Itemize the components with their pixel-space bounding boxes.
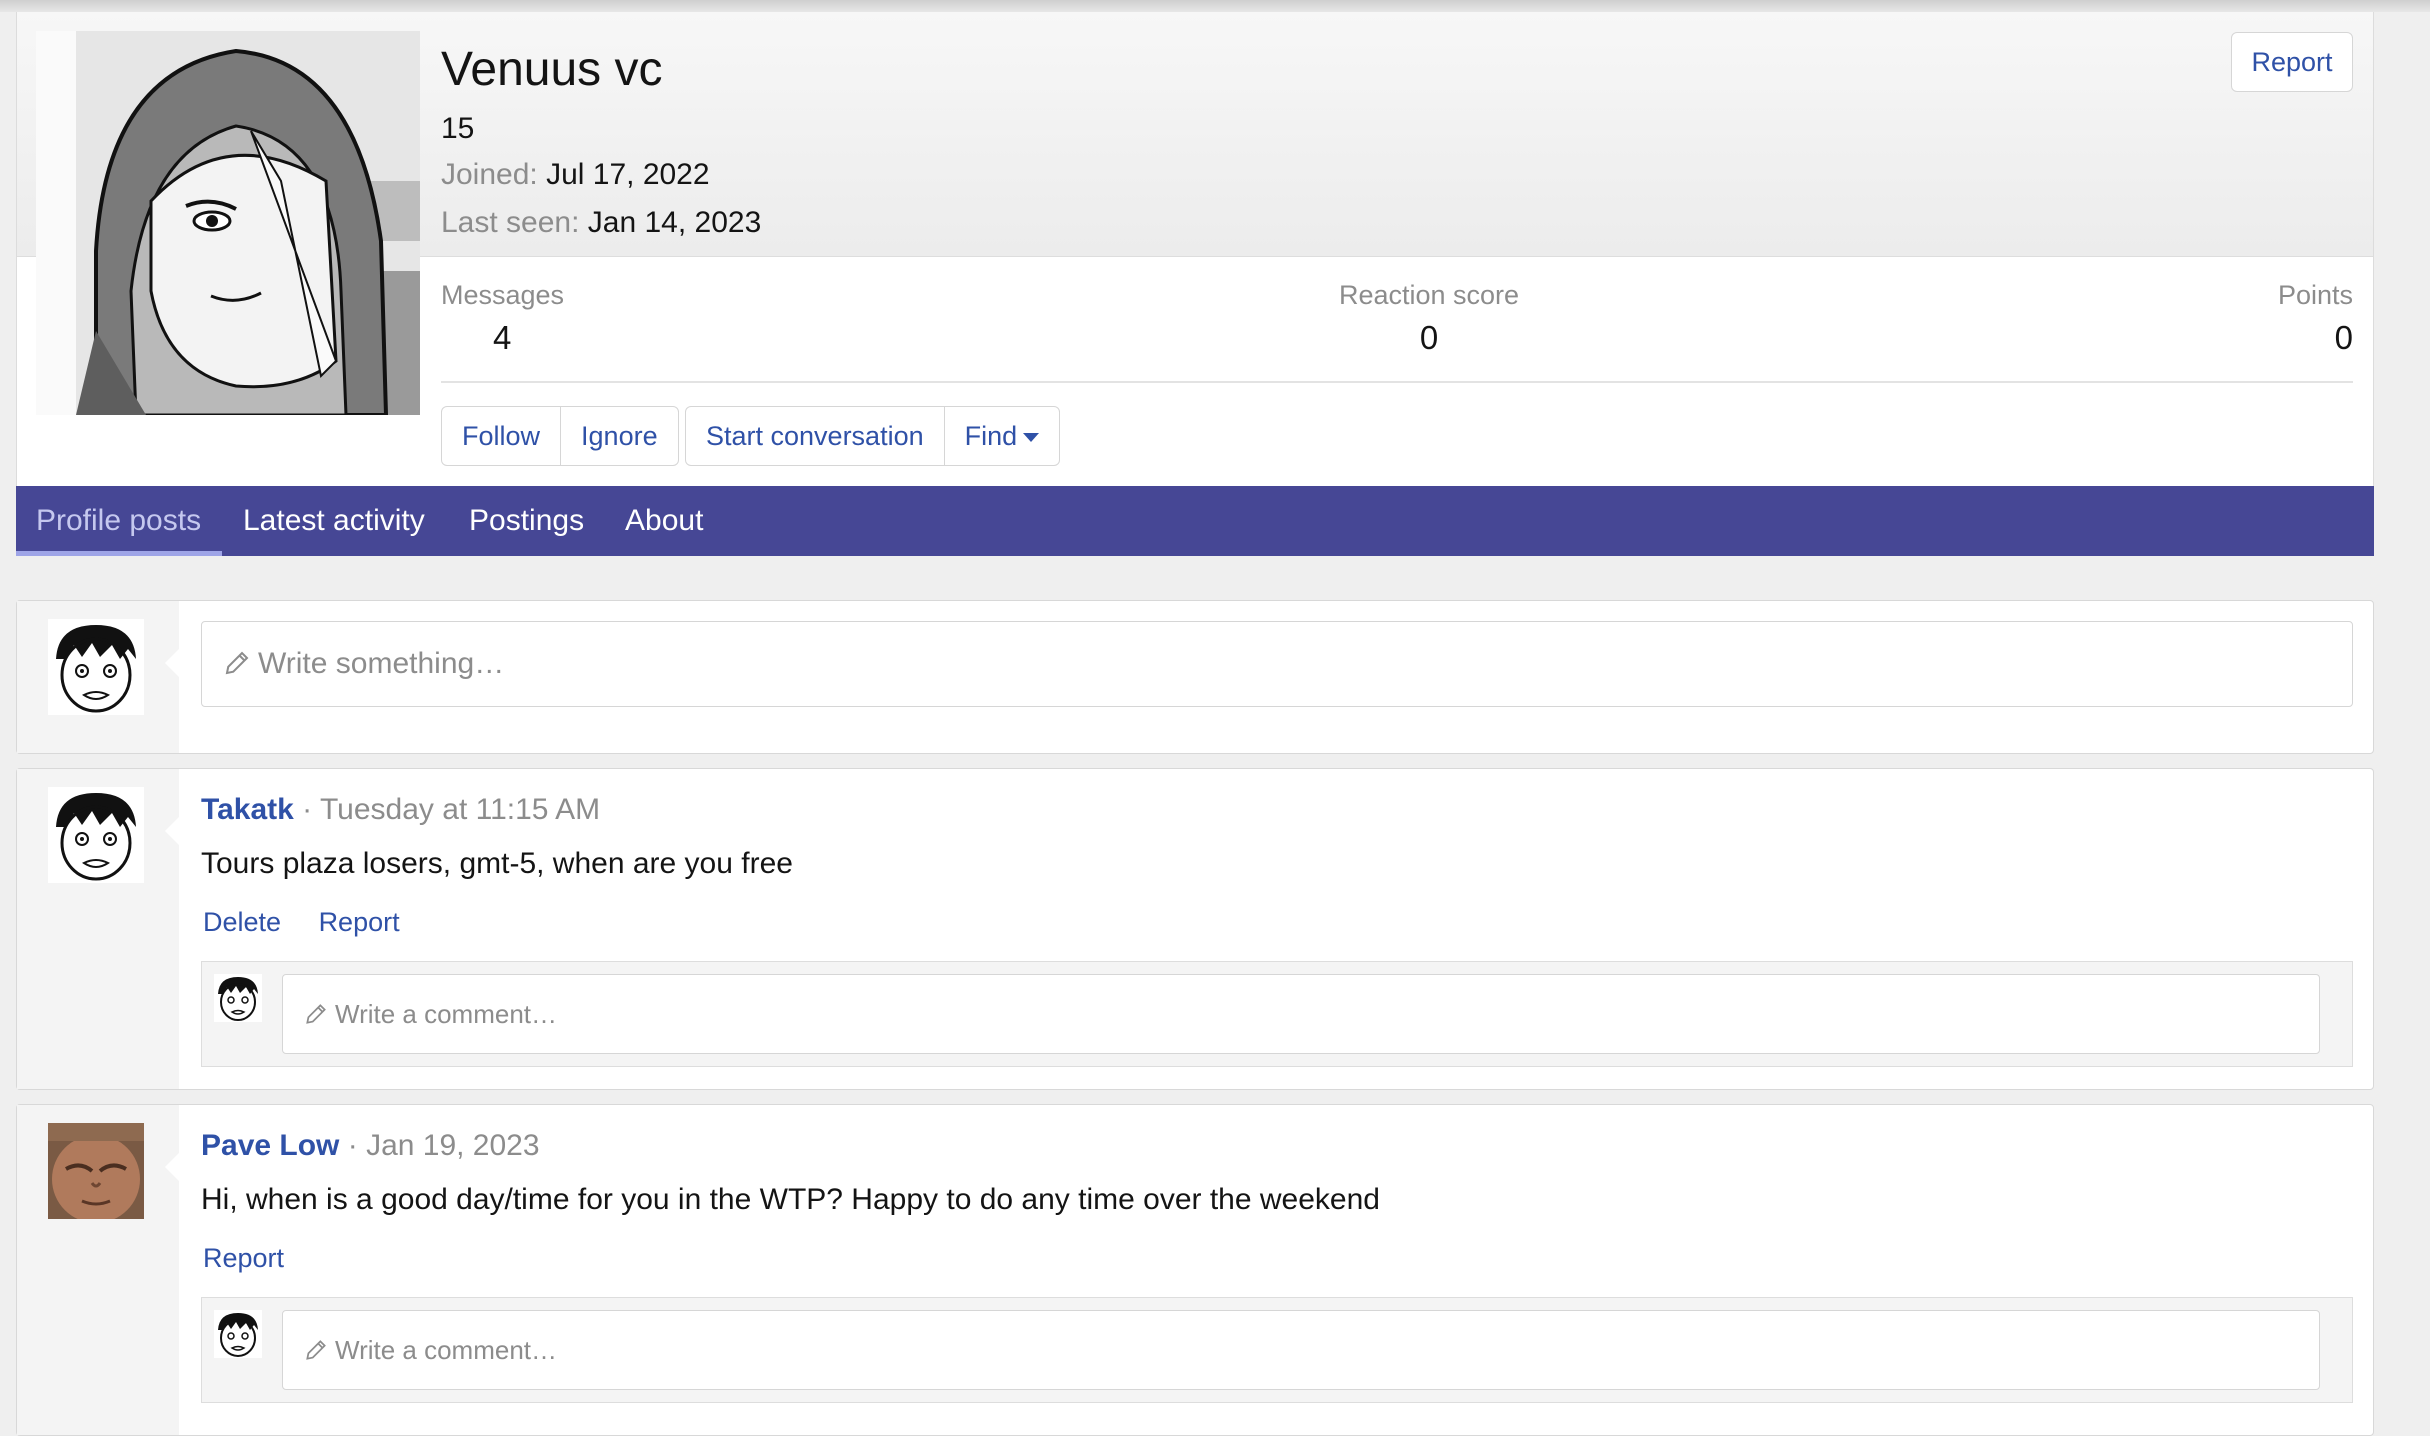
manga-hooded-figure-image [36,31,420,415]
post-separator: · [302,793,320,826]
start-conversation-button[interactable]: Start conversation [686,407,945,465]
tab-latest-activity[interactable]: Latest activity [243,486,425,556]
photo-face-image [48,1123,144,1219]
post-actions: Report [203,1243,314,1274]
profile-post-composer: Write something… [16,600,2374,754]
tab-postings[interactable]: Postings [469,486,584,556]
reaction-score-stat: Reaction score 0 [1329,280,1529,357]
manga-face-image [214,1310,262,1358]
active-tab-indicator [16,551,222,556]
manga-face-image [48,787,144,883]
post-header: Pave Low · Jan 19, 2023 [201,1129,540,1163]
joined-line: Joined: Jul 17, 2022 [441,158,710,192]
post-author-avatar[interactable] [48,1123,144,1219]
comment-area: Write a comment… [201,1297,2353,1403]
profile-post: Pave Low · Jan 19, 2023 Hi, when is a go… [16,1104,2374,1436]
messages-stat[interactable]: Messages 4 [441,280,564,357]
speech-arrow [165,649,179,677]
write-comment-placeholder: Write a comment… [335,1335,558,1365]
post-header: Takatk · Tuesday at 11:15 AM [201,793,600,827]
follow-button[interactable]: Follow [442,407,562,465]
stats-divider [441,381,2353,383]
comment-area: Write a comment… [201,961,2353,1067]
post-author-link[interactable]: Pave Low [201,1129,339,1162]
find-label: Find [964,421,1018,451]
find-menu-button[interactable]: Find [945,407,1060,465]
pencil-icon [306,1340,326,1360]
browser-top-edge [0,0,2430,12]
caret-down-icon [1023,433,1040,443]
conversation-find-group: Start conversation Find [685,406,1061,466]
profile-avatar[interactable] [36,31,420,415]
manga-face-image [48,619,144,715]
report-post-link[interactable]: Report [319,907,400,937]
write-comment-input[interactable]: Write a comment… [282,1310,2320,1390]
follow-ignore-group: Follow Ignore [441,406,679,466]
comment-user-avatar [214,1310,262,1358]
post-separator: · [347,1129,367,1162]
points-stat: Points 0 [2278,280,2353,357]
messages-value: 4 [493,319,512,356]
pencil-icon [306,1004,326,1024]
profile-tab-bar: Profile posts Latest activity Postings A… [16,486,2374,556]
profile-title-number: 15 [441,112,475,145]
write-comment-placeholder: Write a comment… [335,999,558,1029]
post-author-link[interactable]: Takatk [201,793,294,826]
joined-label: Joined: [441,158,538,191]
post-message: Tours plaza losers, gmt-5, when are you … [201,847,793,880]
messages-label: Messages [441,280,565,310]
points-value: 0 [2334,319,2353,356]
write-something-placeholder: Write something… [258,647,505,680]
write-something-input[interactable]: Write something… [201,621,2353,707]
ignore-button[interactable]: Ignore [561,407,678,465]
post-actions: Delete Report [203,907,430,938]
post-timestamp[interactable]: Jan 19, 2023 [366,1129,539,1162]
joined-date: Jul 17, 2022 [546,158,710,191]
last-seen-date: Jan 14, 2023 [587,206,762,239]
post-message: Hi, when is a good day/time for you in t… [201,1183,1380,1216]
last-seen-label: Last seen: [441,206,580,239]
reaction-score-value: 0 [1419,319,1439,356]
reaction-score-label: Reaction score [1338,280,1520,310]
points-label: Points [2277,280,2353,310]
report-post-link[interactable]: Report [203,1243,284,1273]
manga-face-image [214,974,262,1022]
post-author-avatar[interactable] [48,787,144,883]
tab-about[interactable]: About [625,486,703,556]
speech-arrow [165,1153,179,1181]
post-timestamp[interactable]: Tuesday at 11:15 AM [320,793,600,826]
speech-arrow [165,817,179,845]
profile-username: Venuus vc [441,43,663,96]
delete-post-link[interactable]: Delete [203,907,281,937]
report-profile-button[interactable]: Report [2231,32,2353,92]
last-seen-line: Last seen: Jan 14, 2023 [441,206,761,240]
tab-profile-posts[interactable]: Profile posts [36,486,201,556]
profile-post: Takatk · Tuesday at 11:15 AM Tours plaza… [16,768,2374,1090]
comment-user-avatar [214,974,262,1022]
member-profile-header: Venuus vc 15 Joined: Jul 17, 2022 Last s… [16,12,2374,486]
pencil-icon [225,651,249,675]
write-comment-input[interactable]: Write a comment… [282,974,2320,1054]
current-user-avatar[interactable] [48,619,144,715]
